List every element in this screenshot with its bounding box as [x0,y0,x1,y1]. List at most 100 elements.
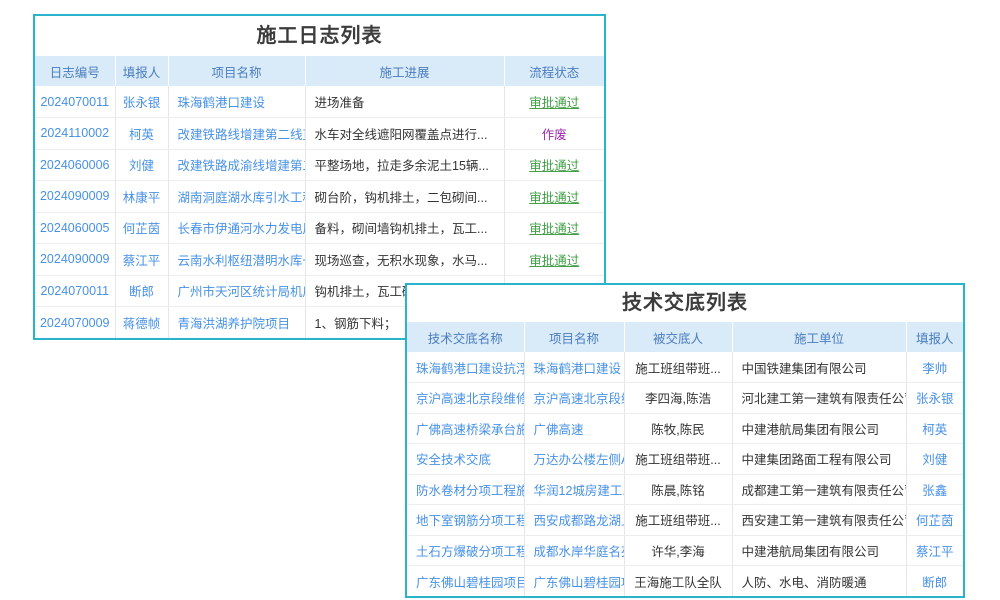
reporter-cell: 何芷茵 [906,505,963,536]
column-header-reporter: 填报人 [906,322,963,352]
recipient-cell: 施工班组带班... [624,505,732,536]
reporter-link[interactable]: 断郎 [129,285,154,299]
disclosure-name-link[interactable]: 安全技术交底 [416,453,491,467]
recipient-cell: 陈晨,陈铭 [624,474,732,505]
builder-unit-cell: 河北建工第一建筑有限责任公司 [732,383,906,414]
reporter-link[interactable]: 刘健 [129,159,154,173]
project-name-link[interactable]: 珠海鹤港口建设 [178,96,266,110]
column-header-recipient: 被交底人 [624,322,732,352]
status-badge[interactable]: 审批通过 [529,191,579,205]
builder-unit-cell: 中建港航局集团有限公司 [732,413,906,444]
reporter-link[interactable]: 蔡江平 [123,254,161,268]
progress-cell: 现场巡查，无积水现象，水马... [305,244,504,276]
status-badge[interactable]: 审批通过 [529,96,579,110]
header-row: 技术交底名称项目名称被交底人施工单位填报人 [407,322,963,352]
reporter-link[interactable]: 张永银 [916,392,954,406]
reporter-cell: 断郎 [115,275,168,307]
tech-disclosure-table: 技术交底名称项目名称被交底人施工单位填报人珠海鹤港口建设抗浮... 珠海鹤港口建设… [407,322,963,596]
reporter-link[interactable]: 何芷茵 [916,514,954,528]
log-id-link[interactable]: 2024060005 [40,221,110,235]
reporter-link[interactable]: 断郎 [922,576,947,590]
column-header-progress: 施工进展 [305,56,504,86]
disclosure-name-cell: 珠海鹤港口建设抗浮... [407,352,524,383]
project-name-link[interactable]: 湖南洞庭湖水库引水工程... [178,191,306,205]
project-name-link[interactable]: 广州市天河区统计局机房... [178,285,306,299]
project-name-link[interactable]: 广佛高速 [534,423,584,437]
reporter-link[interactable]: 何芷茵 [123,222,161,236]
recipient-cell: 许华,李海 [624,535,732,566]
table-row: 2024110002 柯英 改建铁路线增建第二线直...水车对全线遮阳网覆盖点进行.… [35,118,604,150]
project-name-link[interactable]: 广东佛山碧桂园项目 [534,576,625,590]
disclosure-name-link[interactable]: 防水卷材分项工程施... [416,484,524,498]
reporter-cell: 张永银 [906,383,963,414]
header-row: 日志编号填报人项目名称施工进展流程状态 [35,56,604,86]
project-name-cell: 成都水岸华庭名苑... [524,535,624,566]
flow-status-cell: 审批通过 [504,86,604,118]
log-id-cell: 2024070009 [35,307,115,339]
reporter-link[interactable]: 蒋德帧 [123,317,161,331]
log-id-cell: 2024060006 [35,149,115,181]
table-row: 2024070011 张永银 珠海鹤港口建设 进场准备 审批通过 [35,86,604,118]
reporter-link[interactable]: 李帅 [922,362,947,376]
log-id-link[interactable]: 2024110002 [40,126,109,140]
table-row: 广佛高速桥梁承台施... 广佛高速 陈牧,陈民中建港航局集团有限公司 柯英 [407,413,963,444]
project-name-link[interactable]: 京沪高速北京段维修 [534,392,625,406]
reporter-link[interactable]: 张鑫 [922,484,947,498]
log-id-link[interactable]: 2024090009 [40,189,110,203]
table-row: 土石方爆破分项工程...成都水岸华庭名苑...许华,李海中建港航局集团有限公司蔡… [407,535,963,566]
tech-disclosure-title: 技术交底列表 [407,285,963,322]
project-name-link[interactable]: 改建铁路线增建第二线直... [178,128,306,142]
project-name-cell: 广州市天河区统计局机房... [168,275,305,307]
status-badge[interactable]: 审批通过 [529,222,579,236]
reporter-link[interactable]: 林康平 [123,191,161,205]
reporter-cell: 刘健 [115,149,168,181]
project-name-link[interactable]: 珠海鹤港口建设 [534,362,622,376]
log-id-link[interactable]: 2024070009 [40,316,110,330]
project-name-cell: 云南水利枢纽潜明水库一... [168,244,305,276]
project-name-cell: 广东佛山碧桂园项目 [524,566,624,597]
reporter-link[interactable]: 蔡江平 [916,545,954,559]
project-name-link[interactable]: 成都水岸华庭名苑... [534,545,625,559]
reporter-cell: 柯英 [115,118,168,150]
reporter-cell: 蒋德帧 [115,307,168,339]
table-row: 珠海鹤港口建设抗浮...珠海鹤港口建设施工班组带班...中国铁建集团有限公司李帅 [407,352,963,383]
table-row: 2024060006刘健改建铁路成渝线增建第二...平整场地，拉走多余泥土15辆… [35,149,604,181]
status-badge[interactable]: 审批通过 [529,159,579,173]
disclosure-name-link[interactable]: 广东佛山碧桂园项目... [416,576,524,590]
disclosure-name-link[interactable]: 珠海鹤港口建设抗浮... [416,362,524,376]
column-header-project-name: 项目名称 [524,322,624,352]
project-name-cell: 西安成都路龙湖上... [524,505,624,536]
status-badge: 作废 [542,128,567,142]
log-id-link[interactable]: 2024090009 [40,252,110,266]
log-id-link[interactable]: 2024060006 [40,158,110,172]
project-name-link[interactable]: 青海洪湖养护院项目 [178,317,291,331]
project-name-link[interactable]: 华润12城房建工... [534,484,625,498]
disclosure-name-link[interactable]: 广佛高速桥梁承台施... [416,423,524,437]
reporter-cell: 刘健 [906,444,963,475]
log-id-link[interactable]: 2024070011 [40,95,109,109]
project-name-link[interactable]: 云南水利枢纽潜明水库一... [178,254,306,268]
table-row: 2024060005何芷茵长春市伊通河水力发电厂...备料，砌间墙钩机排土，瓦工… [35,212,604,244]
reporter-link[interactable]: 柯英 [129,128,154,142]
disclosure-name-link[interactable]: 京沪高速北京段维修... [416,392,524,406]
log-id-link[interactable]: 2024070011 [40,284,109,298]
project-name-cell: 珠海鹤港口建设 [168,86,305,118]
progress-cell: 水车对全线遮阳网覆盖点进行... [305,118,504,150]
disclosure-name-cell: 土石方爆破分项工程... [407,535,524,566]
project-name-link[interactable]: 长春市伊通河水力发电厂... [178,222,306,236]
reporter-link[interactable]: 刘健 [922,453,947,467]
project-name-link[interactable]: 改建铁路成渝线增建第二... [178,159,306,173]
table-row: 广东佛山碧桂园项目...广东佛山碧桂园项目王海施工队全队人防、水电、消防暖通断郎 [407,566,963,597]
disclosure-name-link[interactable]: 土石方爆破分项工程... [416,545,524,559]
reporter-link[interactable]: 柯英 [922,423,947,437]
column-header-builder-unit: 施工单位 [732,322,906,352]
table-row: 京沪高速北京段维修...京沪高速北京段维修李四海,陈浩河北建工第一建筑有限责任公… [407,383,963,414]
status-badge[interactable]: 审批通过 [529,254,579,268]
disclosure-name-link[interactable]: 地下室钢筋分项工程... [416,514,524,528]
column-header-project-name: 项目名称 [168,56,305,86]
reporter-link[interactable]: 张永银 [123,96,161,110]
project-name-link[interactable]: 万达办公楼左侧A... [534,453,625,467]
project-name-link[interactable]: 西安成都路龙湖上... [534,514,625,528]
recipient-cell: 陈牧,陈民 [624,413,732,444]
progress-cell: 进场准备 [305,86,504,118]
